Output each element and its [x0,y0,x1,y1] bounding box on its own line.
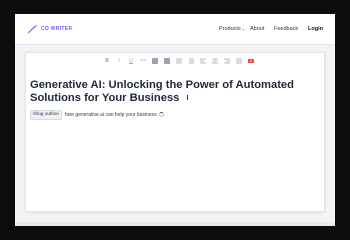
heading-2-icon[interactable] [163,57,171,65]
formatting-toolbar: B I U <> [26,53,324,69]
app-window: CO WRITER Products⌄ About Feedback Login… [15,14,335,226]
nav-feedback-link[interactable]: Feedback [274,26,298,32]
chevron-down-icon: ⌄ [241,26,246,31]
command-chip[interactable]: /blog outline [30,110,62,120]
nav-products-menu[interactable]: Products⌄ [219,26,245,32]
align-justify-icon[interactable] [235,57,243,65]
italic-icon[interactable]: I [115,57,123,65]
underline-icon[interactable]: U [127,57,135,65]
logo[interactable]: CO WRITER [25,22,72,36]
document-title[interactable]: Generative AI: Unlocking the Power of Au… [30,79,322,105]
align-justify-glyph [236,58,242,64]
logo-text: CO WRITER [41,26,73,32]
nav-about-link[interactable]: About [250,26,264,32]
align-center-icon[interactable] [211,57,219,65]
login-link[interactable]: Login [308,26,323,32]
heading-1-glyph [152,58,158,64]
nav-products-label: Products [219,26,241,32]
align-right-glyph [224,58,230,64]
feather-pen-icon [27,24,38,34]
align-left-icon[interactable] [199,57,207,65]
align-left-glyph [200,58,206,64]
numbered-list-icon[interactable] [187,57,195,65]
bullet-list-icon[interactable] [175,57,183,65]
prompt-line[interactable]: /blog outline how generative ai can help… [30,110,164,120]
text-cursor [187,95,188,100]
editor-panel: B I U <> Generative AI: Unlocking the Po… [25,52,325,212]
bold-icon[interactable]: B [103,57,111,65]
align-right-icon[interactable] [223,57,231,65]
code-icon[interactable]: <> [139,57,147,65]
page-bottom-strip [15,222,335,226]
youtube-glyph [248,59,254,63]
align-center-glyph [212,58,218,64]
numbered-list-glyph [189,58,194,64]
heading-1-icon[interactable] [151,57,159,65]
prompt-text[interactable]: how generative ai can help your business [65,112,157,118]
bullet-list-glyph [176,58,182,64]
heading-2-glyph [164,58,170,64]
loading-spinner-icon [158,112,164,118]
top-navbar: CO WRITER Products⌄ About Feedback Login [15,14,335,45]
youtube-icon[interactable] [247,57,255,65]
